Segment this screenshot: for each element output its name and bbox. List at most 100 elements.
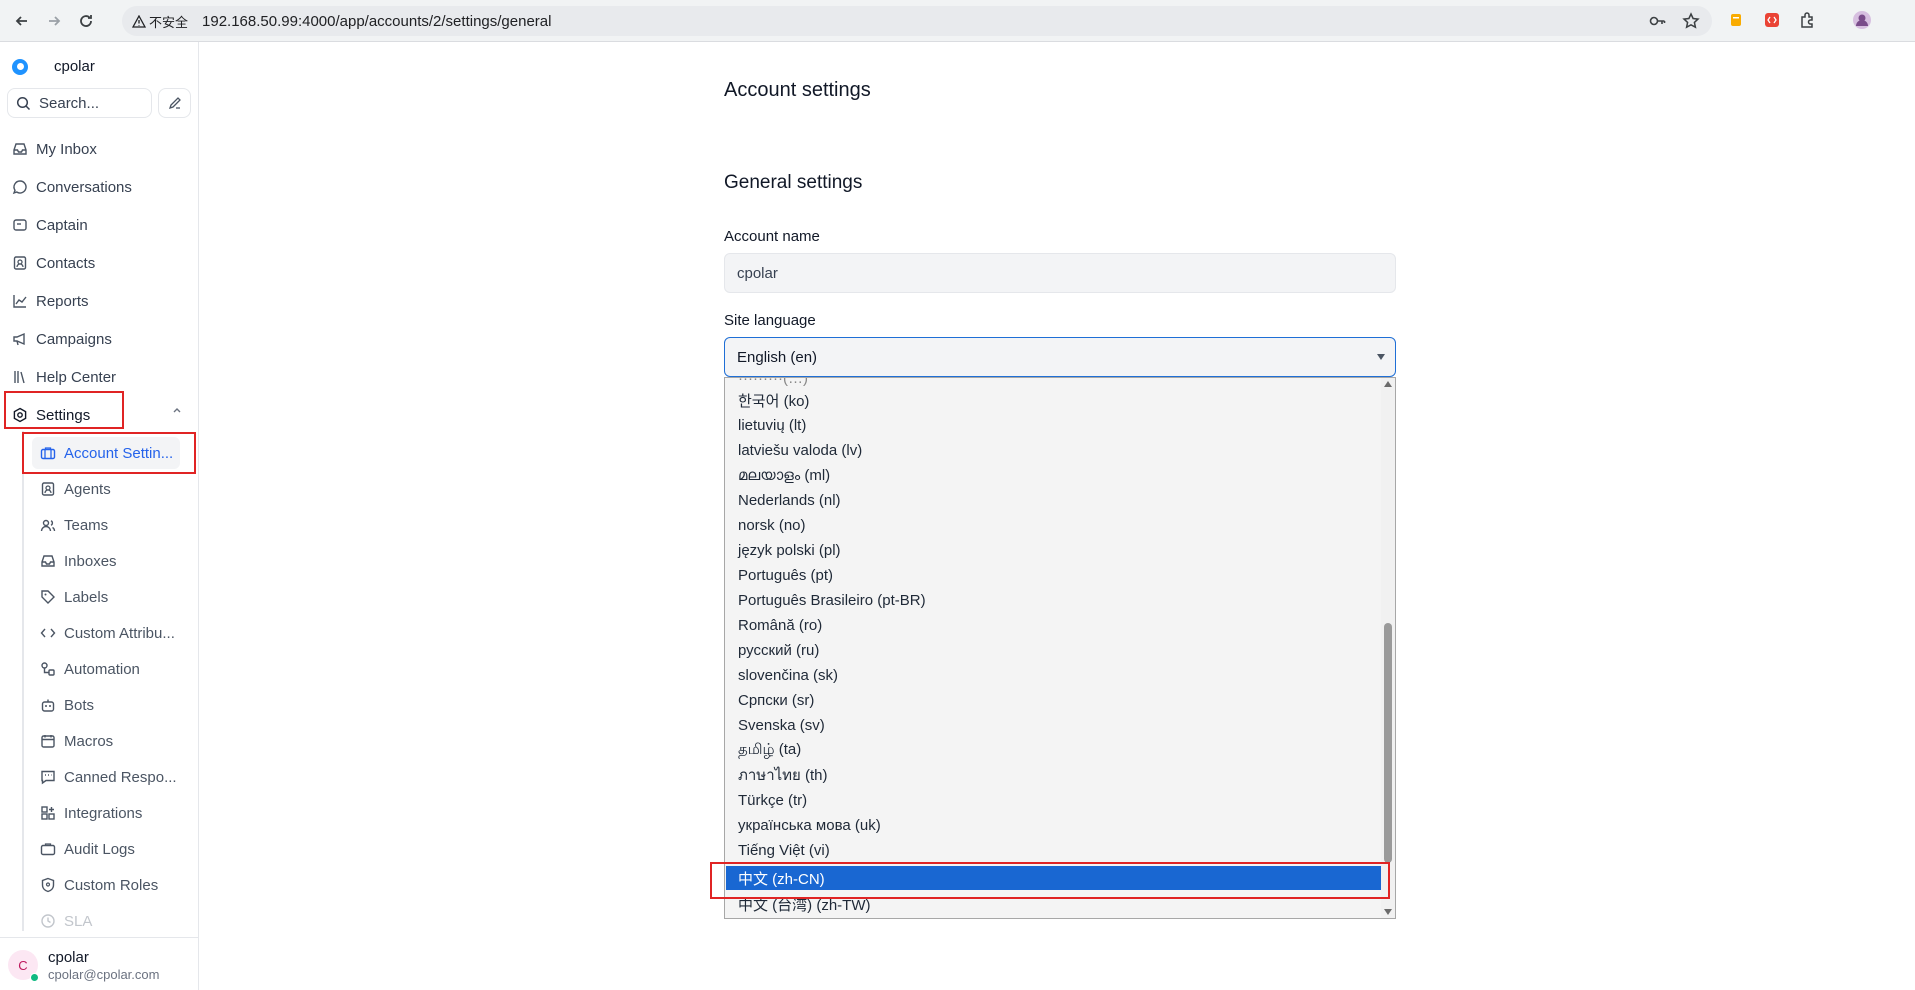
site-language-label: Site language [724,312,816,329]
brand-name: cpolar [54,58,95,75]
library-icon [14,371,25,384]
settings-item-integrations[interactable]: Integrations [40,798,142,828]
nav-campaigns[interactable]: Campaigns [12,323,112,355]
highlight-account-settings [22,432,196,474]
settings-item-agents[interactable]: Agents [40,474,111,504]
nav-reports[interactable]: Reports [12,285,89,317]
nav-label: My Inbox [36,140,97,158]
inbox-icon [13,143,27,155]
settings-item-teams[interactable]: Teams [40,510,108,540]
language-option[interactable]: українська мова (uk) [726,813,1381,837]
brand[interactable]: cpolar [12,58,95,75]
language-dropdown-list[interactable]: ·········(…) 한국어 (ko) lietuvių (lt) latv… [724,377,1396,919]
nav-label: Campaigns [36,330,112,348]
settings-item-label: Integrations [64,804,143,822]
search-placeholder: Search... [39,94,100,112]
language-option[interactable]: język polski (pl) [726,538,1381,562]
clock-icon [41,914,55,928]
language-option[interactable]: latviešu valoda (lv) [726,438,1381,462]
captain-icon [13,219,27,231]
browser-toolbar: 不安全 192.168.50.99:4000/app/accounts/2/se… [0,0,1915,42]
reload-icon[interactable] [72,7,100,35]
settings-item-label: SLA [64,912,93,930]
language-option[interactable]: தமிழ் (ta) [726,738,1381,762]
page-title: Account settings [724,79,871,101]
nav-conversations[interactable]: Conversations [12,171,132,203]
language-option[interactable]: Türkçe (tr) [726,788,1381,812]
language-option[interactable]: മലയാളം (ml) [726,463,1381,487]
settings-item-label: Custom Roles [64,876,159,894]
nav-label: Reports [36,292,89,310]
settings-item-canned-responses[interactable]: Canned Respo... [40,762,177,792]
search-input[interactable]: Search... [7,88,152,118]
chart-line-icon [13,295,27,308]
language-option[interactable]: 한국어 (ko) [726,388,1381,412]
user-profile[interactable]: C cpolar cpolar@cpolar.com [0,937,199,990]
profile-name: cpolar [48,949,89,966]
language-option[interactable]: Português (pt) [726,563,1381,587]
highlight-zh-cn-option [710,862,1390,899]
settings-item-label: Canned Respo... [64,768,177,786]
scroll-up-arrow-icon[interactable] [1384,381,1392,387]
nav-label: Contacts [36,254,96,272]
account-name-input[interactable]: cpolar [724,253,1396,293]
settings-item-label: Labels [64,588,109,606]
language-option[interactable]: русский (ru) [726,638,1381,662]
settings-item-macros[interactable]: Macros [40,726,113,756]
bookmark-star-icon[interactable] [1682,12,1700,30]
inbox-icon [41,555,55,567]
profile-avatar-icon[interactable] [1852,10,1872,30]
language-option[interactable]: Română (ro) [726,613,1381,637]
profile-email: cpolar@cpolar.com [48,967,160,982]
pencil-icon [168,97,181,110]
team-icon [40,519,56,532]
settings-item-label: Custom Attribu... [64,624,175,642]
extensions-puzzle-icon[interactable] [1798,10,1818,30]
online-status-dot [30,973,39,982]
extension-notes-icon[interactable] [1726,10,1746,30]
language-option[interactable]: Svenska (sv) [726,713,1381,737]
dropdown-scrollbar[interactable] [1381,378,1395,918]
settings-item-inboxes[interactable]: Inboxes [40,546,117,576]
warning-icon [132,14,146,28]
address-bar[interactable]: 不安全 192.168.50.99:4000/app/accounts/2/se… [122,6,1712,36]
language-option[interactable]: Português Brasileiro (pt-BR) [726,588,1381,612]
language-option[interactable]: Српски (sr) [726,688,1381,712]
nav-my-inbox[interactable]: My Inbox [12,133,97,165]
chevron-up-icon[interactable] [172,404,182,418]
language-option[interactable]: Nederlands (nl) [726,488,1381,512]
settings-item-labels[interactable]: Labels [40,582,108,612]
nav-contacts[interactable]: Contacts [12,247,95,279]
nav-help-center[interactable]: Help Center [12,361,116,393]
settings-item-custom-attributes[interactable]: Custom Attribu... [40,618,175,648]
scroll-down-arrow-icon[interactable] [1384,909,1392,915]
not-secure-indicator[interactable]: 不安全 [132,12,188,31]
nav-captain[interactable]: Captain [12,209,88,241]
settings-item-label: Teams [64,516,109,534]
code-icon [40,628,56,638]
settings-item-custom-roles[interactable]: Custom Roles [40,870,158,900]
forward-icon[interactable] [40,7,68,35]
scrollbar-thumb[interactable] [1384,623,1392,863]
search-icon [16,96,31,110]
highlight-settings [4,391,124,429]
language-option[interactable]: Tiếng Việt (vi) [726,838,1381,862]
language-option[interactable]: slovenčina (sk) [726,663,1381,687]
extension-code-icon[interactable] [1762,10,1782,30]
settings-item-label: Automation [64,660,140,678]
canned-response-icon [41,770,55,785]
section-title: General settings [724,172,863,193]
settings-item-bots[interactable]: Bots [40,690,94,720]
settings-item-label: Audit Logs [64,840,135,858]
language-option[interactable]: lietuvių (lt) [726,413,1381,437]
settings-item-sla[interactable]: SLA [40,906,92,936]
language-option[interactable]: norsk (no) [726,513,1381,537]
password-key-icon[interactable] [1648,12,1666,30]
back-icon[interactable] [8,7,36,35]
settings-item-automation[interactable]: Automation [40,654,140,684]
settings-item-label: Bots [64,696,95,714]
site-language-select[interactable]: English (en) [724,337,1396,377]
language-option[interactable]: ภาษาไทย (th) [726,763,1381,787]
settings-item-audit-logs[interactable]: Audit Logs [40,834,135,864]
compose-button[interactable] [158,88,191,118]
